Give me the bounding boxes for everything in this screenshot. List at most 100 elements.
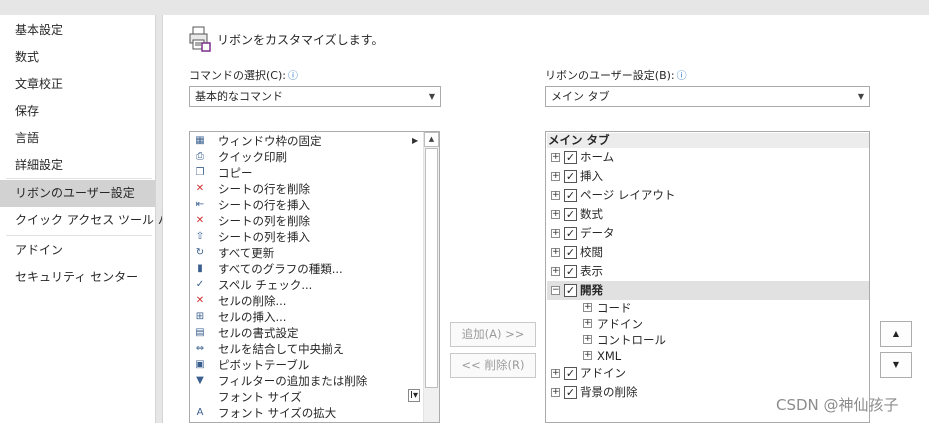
- nav-item-proofing[interactable]: 文章校正: [0, 71, 155, 98]
- panel-header: リボンをカスタマイズします。: [189, 23, 383, 55]
- expand-icon[interactable]: +: [583, 303, 592, 312]
- nav-item-general[interactable]: 基本設定: [0, 17, 155, 44]
- ribbon-tab-row[interactable]: + ✓ 数式: [547, 205, 869, 224]
- command-item[interactable]: A フォント サイズの拡大: [190, 405, 422, 421]
- ribbon-tab-label: 校閲: [580, 245, 603, 259]
- tab-checkbox[interactable]: ✓: [564, 208, 577, 221]
- ribbon-tab-row[interactable]: − ✓ 開発: [547, 281, 869, 300]
- ribbon-tab-row[interactable]: + ✓ ページ レイアウト: [547, 186, 869, 205]
- command-item[interactable]: ⇤ シートの行を挿入: [190, 197, 422, 213]
- nav-item-addins[interactable]: アドイン: [0, 237, 155, 264]
- command-label: シートの行を削除: [218, 182, 310, 196]
- command-label: シートの列を挿入: [218, 230, 310, 244]
- ribbon-group-label: コントロール: [597, 333, 666, 347]
- customize-ribbon-panel: リボンをカスタマイズします。 コマンドの選択(C): ⓘ 基本的なコマンド ▼ ▦…: [162, 15, 929, 423]
- command-item[interactable]: ▼ フィルターの追加または削除: [190, 373, 422, 389]
- command-item[interactable]: ⇔ セルを結合して中央揃え: [190, 341, 422, 357]
- commands-listbox[interactable]: ▦ ウィンドウ枠の固定 ▶ ⎙ クイック印刷 ❐ コピー ✕ シートの行を削除 ⇤ シートの行を挿入…: [189, 131, 440, 423]
- expand-icon[interactable]: +: [583, 335, 592, 344]
- spell-check-icon: ✓: [195, 279, 205, 290]
- command-item[interactable]: フォント サイズ: [190, 389, 422, 405]
- command-item[interactable]: ↻ すべて更新: [190, 245, 422, 261]
- customize-ribbon-dropdown[interactable]: メイン タブ ▼: [545, 86, 870, 107]
- expand-icon[interactable]: +: [551, 191, 560, 200]
- tab-checkbox[interactable]: ✓: [564, 246, 577, 259]
- commands-scrollbar[interactable]: ▲: [423, 132, 439, 422]
- refresh-all-icon: ↻: [195, 247, 205, 258]
- ribbon-tab-row[interactable]: + ✓ 挿入: [547, 167, 869, 186]
- expand-icon[interactable]: +: [551, 229, 560, 238]
- ribbon-tab-row[interactable]: + ✓ データ: [547, 224, 869, 243]
- expand-icon[interactable]: +: [551, 210, 560, 219]
- nav-item-trust-center[interactable]: セキュリティ センター: [0, 264, 155, 291]
- command-item[interactable]: ▤ セルの書式設定: [190, 325, 422, 341]
- command-item[interactable]: ▦ ウィンドウ枠の固定 ▶: [190, 133, 422, 149]
- nav-item-customize-ribbon[interactable]: リボンのユーザー設定: [0, 180, 155, 207]
- ribbon-tab-row[interactable]: + ✓ アドイン: [547, 364, 869, 383]
- ribbon-group-row[interactable]: + コード: [547, 300, 869, 316]
- customize-ribbon-value: メイン タブ: [551, 90, 610, 103]
- expand-icon[interactable]: +: [551, 388, 560, 397]
- nav-item-language[interactable]: 言語: [0, 125, 155, 152]
- command-item[interactable]: ✓ スペル チェック...: [190, 277, 422, 293]
- remove-button[interactable]: << 削除(R): [450, 353, 536, 378]
- ribbon-tab-label: データ: [580, 226, 615, 240]
- panel-title: リボンをカスタマイズします。: [217, 32, 384, 47]
- expand-icon[interactable]: +: [583, 319, 592, 328]
- scroll-thumb[interactable]: [425, 148, 438, 388]
- command-label: すべて更新: [218, 246, 275, 260]
- nav-item-save[interactable]: 保存: [0, 98, 155, 125]
- tab-checkbox[interactable]: ✓: [564, 284, 577, 297]
- command-label: フォント サイズ: [218, 390, 302, 404]
- font-grow-icon: A: [196, 407, 204, 418]
- command-item[interactable]: ✕ シートの列を削除: [190, 213, 422, 229]
- expand-icon[interactable]: +: [551, 153, 560, 162]
- command-item[interactable]: ⎙ クイック印刷: [190, 149, 422, 165]
- window-top-band: [0, 0, 929, 8]
- ribbon-tab-row[interactable]: + ✓ 校閲: [547, 243, 869, 262]
- tab-checkbox[interactable]: ✓: [564, 386, 577, 399]
- tab-checkbox[interactable]: ✓: [564, 367, 577, 380]
- nav-item-formulas[interactable]: 数式: [0, 44, 155, 71]
- move-up-button[interactable]: ▲: [880, 321, 912, 347]
- command-item[interactable]: ⊞ セルの挿入...: [190, 309, 422, 325]
- command-item[interactable]: ⇧ シートの列を挿入: [190, 229, 422, 245]
- command-item[interactable]: ▮ すべてのグラフの種類...: [190, 261, 422, 277]
- customize-ribbon-label-text: リボンのユーザー設定(B):: [545, 69, 675, 82]
- info-icon[interactable]: ⓘ: [677, 71, 687, 82]
- tab-checkbox[interactable]: ✓: [564, 227, 577, 240]
- command-label: フィルターの追加または削除: [218, 374, 368, 388]
- ribbon-group-row[interactable]: + コントロール: [547, 332, 869, 348]
- ribbon-tab-row[interactable]: + ✓ ホーム: [547, 148, 869, 167]
- ribbon-tab-label: 表示: [580, 264, 603, 278]
- ribbon-group-row[interactable]: + アドイン: [547, 316, 869, 332]
- ribbon-tab-row[interactable]: + ✓ 表示: [547, 262, 869, 281]
- command-item[interactable]: ✕ セルの削除...: [190, 293, 422, 309]
- nav-item-quick-access-toolbar[interactable]: クイック アクセス ツール バー: [0, 207, 182, 234]
- command-label: スペル チェック...: [218, 278, 313, 292]
- collapse-icon[interactable]: −: [551, 286, 560, 295]
- command-item[interactable]: ▣ ピボットテーブル: [190, 357, 422, 373]
- ribbon-tree[interactable]: メイン タブ + ✓ ホーム + ✓ 挿入 + ✓ ページ レイアウト + ✓ 数式 + ✓ データ + ✓ 校閲…: [545, 131, 870, 423]
- tab-checkbox[interactable]: ✓: [564, 151, 577, 164]
- move-down-button[interactable]: ▼: [880, 352, 912, 378]
- expand-icon[interactable]: +: [551, 267, 560, 276]
- ribbon-group-row[interactable]: + XML: [547, 348, 869, 364]
- choose-commands-dropdown[interactable]: 基本的なコマンド ▼: [189, 86, 441, 107]
- tab-checkbox[interactable]: ✓: [564, 189, 577, 202]
- command-item[interactable]: ❐ コピー: [190, 165, 422, 181]
- expand-icon[interactable]: +: [551, 172, 560, 181]
- tab-checkbox[interactable]: ✓: [564, 265, 577, 278]
- nav-item-advanced[interactable]: 詳細設定: [0, 152, 155, 179]
- scroll-up-button[interactable]: ▲: [424, 132, 439, 147]
- tab-checkbox[interactable]: ✓: [564, 170, 577, 183]
- merge-center-icon: ⇔: [195, 343, 205, 354]
- command-item[interactable]: ✕ シートの行を削除: [190, 181, 422, 197]
- expand-icon[interactable]: +: [583, 351, 592, 360]
- expand-icon[interactable]: +: [551, 369, 560, 378]
- expand-icon[interactable]: +: [551, 248, 560, 257]
- command-label: セルの書式設定: [218, 326, 299, 340]
- delete-column-icon: ✕: [195, 215, 205, 226]
- add-button[interactable]: 追加(A) >>: [450, 322, 536, 347]
- info-icon[interactable]: ⓘ: [288, 71, 298, 82]
